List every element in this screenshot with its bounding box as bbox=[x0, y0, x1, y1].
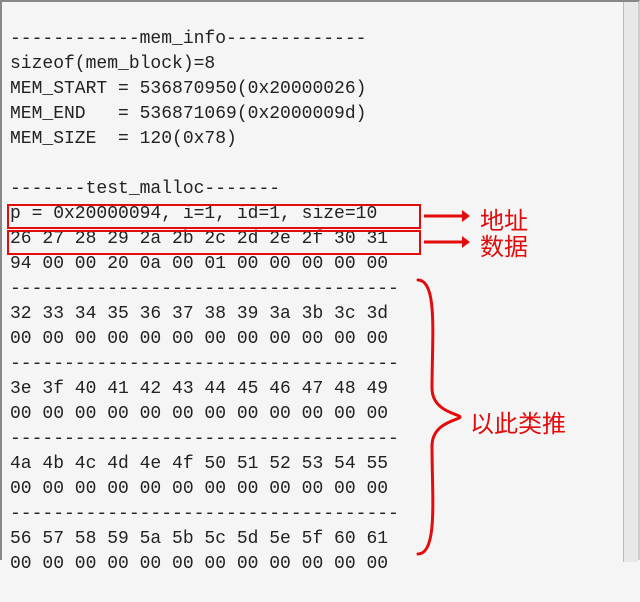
hex-data-row-5: 00 00 00 00 00 00 00 00 00 00 00 00 bbox=[10, 554, 388, 574]
scrollbar[interactable] bbox=[623, 2, 638, 562]
malloc-result: p = 0x20000094, i=1, id=1, size=10 bbox=[10, 204, 377, 224]
divider: ------------------------------------ bbox=[10, 429, 399, 449]
hex-addr-row-4: 4a 4b 4c 4d 4e 4f 50 51 52 53 54 55 bbox=[10, 454, 388, 474]
hex-data-row-3: 00 00 00 00 00 00 00 00 00 00 00 00 bbox=[10, 404, 388, 424]
data-label: 数据 bbox=[480, 227, 528, 262]
etc-label: 以此类推 bbox=[470, 404, 566, 439]
mem-sizeof: sizeof(mem_block)=8 bbox=[10, 54, 215, 74]
divider: ------------------------------------ bbox=[10, 354, 399, 374]
divider: ------------------------------------ bbox=[10, 279, 399, 299]
mem-info-header: ------------mem_info------------- bbox=[10, 29, 366, 49]
hex-addr-row-1: 26 27 28 29 2a 2b 2c 2d 2e 2f 30 31 bbox=[10, 229, 388, 249]
hex-data-row-1: 94 00 00 20 0a 00 01 00 00 00 00 00 bbox=[10, 254, 388, 274]
mem-start: MEM_START = 536870950(0x20000026) bbox=[10, 79, 366, 99]
hex-addr-row-3: 3e 3f 40 41 42 43 44 45 46 47 48 49 bbox=[10, 379, 388, 399]
terminal-window: ------------mem_info------------- sizeof… bbox=[0, 0, 640, 560]
hex-data-row-2: 00 00 00 00 00 00 00 00 00 00 00 00 bbox=[10, 329, 388, 349]
test-malloc-header: -------test_malloc------- bbox=[10, 179, 280, 199]
mem-end: MEM_END = 536871069(0x2000009d) bbox=[10, 104, 366, 124]
terminal-output: ------------mem_info------------- sizeof… bbox=[10, 2, 624, 602]
hex-addr-row-2: 32 33 34 35 36 37 38 39 3a 3b 3c 3d bbox=[10, 304, 388, 324]
divider: ------------------------------------ bbox=[10, 504, 399, 524]
hex-addr-row-5: 56 57 58 59 5a 5b 5c 5d 5e 5f 60 61 bbox=[10, 529, 388, 549]
mem-size: MEM_SIZE = 120(0x78) bbox=[10, 129, 237, 149]
hex-data-row-4: 00 00 00 00 00 00 00 00 00 00 00 00 bbox=[10, 479, 388, 499]
